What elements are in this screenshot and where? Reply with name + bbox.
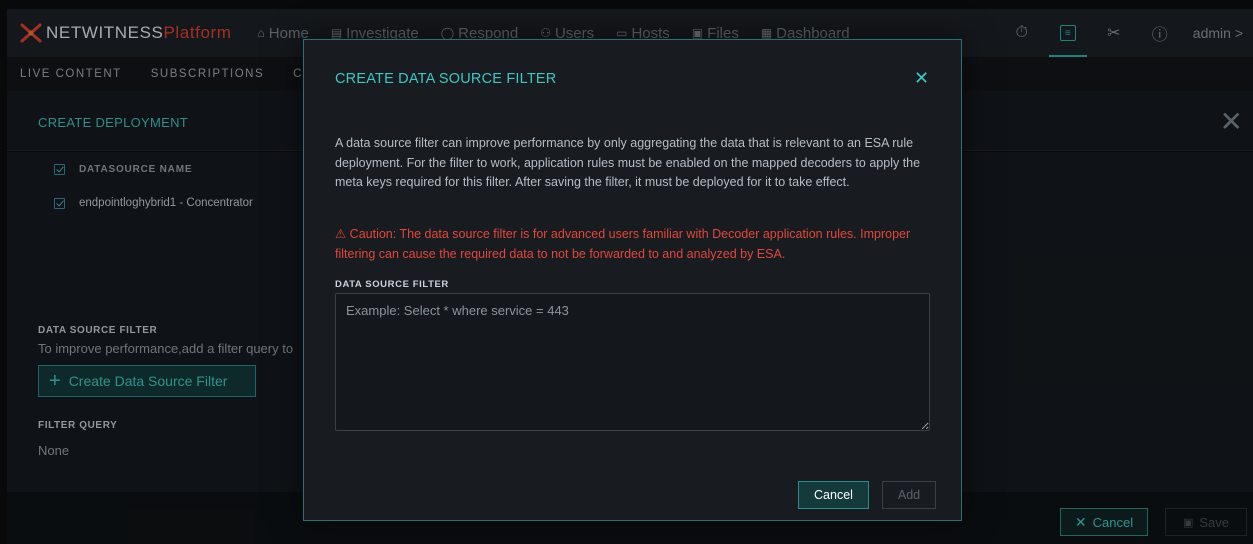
dialog-title: CREATE DATA SOURCE FILTER: [335, 71, 557, 87]
dialog-cancel-button[interactable]: Cancel: [798, 481, 869, 509]
filter-field-label: DATA SOURCE FILTER: [335, 279, 449, 290]
close-icon[interactable]: ✕: [914, 68, 929, 89]
dialog-add-button[interactable]: Add: [882, 481, 936, 509]
data-source-filter-input[interactable]: [335, 293, 930, 431]
create-data-source-filter-dialog: CREATE DATA SOURCE FILTER ✕ A data sourc…: [303, 39, 962, 521]
caution-message: ⚠ Caution: The data source filter is for…: [335, 227, 911, 261]
dialog-description: A data source filter can improve perform…: [335, 136, 921, 189]
